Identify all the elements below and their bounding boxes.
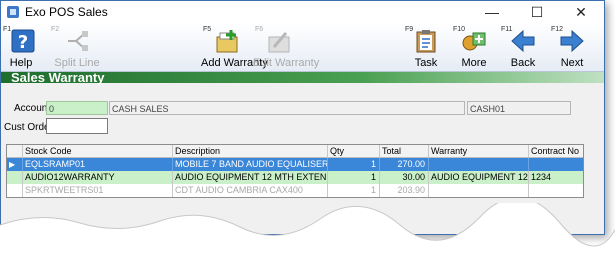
title-bar: Exo POS Sales — ☐ ✕ [1,1,604,23]
arrow-right-icon [560,29,584,53]
task-button[interactable]: F9 Task [403,23,449,71]
stock-code-cell[interactable]: SPKRTWEETRS01 [23,184,173,197]
column-header[interactable]: Qty [328,145,380,158]
row-indicator-header [7,145,23,158]
column-header[interactable]: Stock Code [23,145,173,158]
add-warranty-button[interactable]: F5 Add Warranty [201,23,268,71]
edit-document-icon [268,32,290,53]
grid-header: Stock Code Description Qty Total Warrant… [7,145,583,158]
help-button[interactable]: F1 ? Help [1,23,41,71]
total-cell[interactable]: 203.90 [380,184,429,197]
edit-warranty-button[interactable]: F6 Edit Warranty [253,23,319,71]
total-cell[interactable]: 30.00 [380,171,429,184]
toolbar: F1 ? Help F2 Split Line F5 Add Warranty [1,23,604,72]
contract-no-cell[interactable] [529,158,583,171]
account-code-field: CASH01 [467,101,571,115]
row-indicator [7,171,23,184]
add-document-icon [216,30,238,53]
description-cell[interactable]: CDT AUDIO CAMBRIA CAX400 [173,184,328,197]
stock-code-cell[interactable]: AUDIO12WARRANTY [23,171,173,184]
warranty-cell[interactable] [429,158,529,171]
app-window: Exo POS Sales — ☐ ✕ F1 ? Help F2 Split L… [0,0,605,235]
row-pointer-icon: ▶ [7,158,23,171]
table-row[interactable]: SPKRTWEETRS01 CDT AUDIO CAMBRIA CAX400 1… [7,184,583,197]
more-button[interactable]: F10 More [451,23,497,71]
svg-text:?: ? [18,32,28,53]
clipboard-icon [416,30,436,53]
table-row[interactable]: AUDIO12WARRANTY AUDIO EQUIPMENT 12 MTH E… [7,171,583,184]
description-cell[interactable]: AUDIO EQUIPMENT 12 MTH EXTENDED WARRANTY [173,171,328,184]
stock-code-cell[interactable]: EQLSRAMP01 [23,158,173,171]
app-icon [7,6,19,18]
cust-order-field[interactable] [46,118,108,134]
close-button[interactable]: ✕ [560,1,602,23]
torn-edge-decoration [0,203,615,263]
back-button[interactable]: F11 Back [499,23,547,71]
minimize-button[interactable]: — [471,1,513,23]
table-row[interactable]: ▶ EQLSRAMP01 MOBILE 7 BAND AUDIO EQUALIS… [7,158,583,171]
qty-cell[interactable]: 1 [328,184,380,197]
window-title: Exo POS Sales [25,5,108,19]
contract-no-cell[interactable] [529,184,583,197]
contract-no-cell[interactable]: 1234 [529,171,583,184]
warranty-cell[interactable] [429,184,529,197]
arrow-left-icon [511,29,535,53]
split-line-icon [68,31,88,51]
warranty-cell[interactable]: AUDIO EQUIPMENT 12 MTH [429,171,529,184]
account-label: Account [14,103,51,114]
maximize-button[interactable]: ☐ [516,1,558,23]
column-header[interactable]: Contract No [529,145,583,158]
account-name-field: CASH SALES [109,101,465,115]
help-icon: ? [11,29,35,53]
column-header[interactable]: Description [173,145,328,158]
total-cell[interactable]: 270.00 [380,158,429,171]
next-button[interactable]: F12 Next [549,23,595,71]
more-tools-icon [462,32,486,51]
column-header[interactable]: Warranty [429,145,529,158]
qty-cell[interactable]: 1 [328,158,380,171]
section-title: Sales Warranty [11,70,105,85]
split-line-button[interactable]: F2 Split Line [49,23,105,71]
section-banner: Sales Warranty [1,70,604,85]
sales-grid: Stock Code Description Qty Total Warrant… [6,144,584,198]
account-field[interactable]: 0 [46,101,108,115]
qty-cell[interactable]: 1 [328,171,380,184]
column-header[interactable]: Total [380,145,429,158]
description-cell[interactable]: MOBILE 7 BAND AUDIO EQUALISER/AMPLIFIER [173,158,328,171]
row-indicator [7,184,23,197]
